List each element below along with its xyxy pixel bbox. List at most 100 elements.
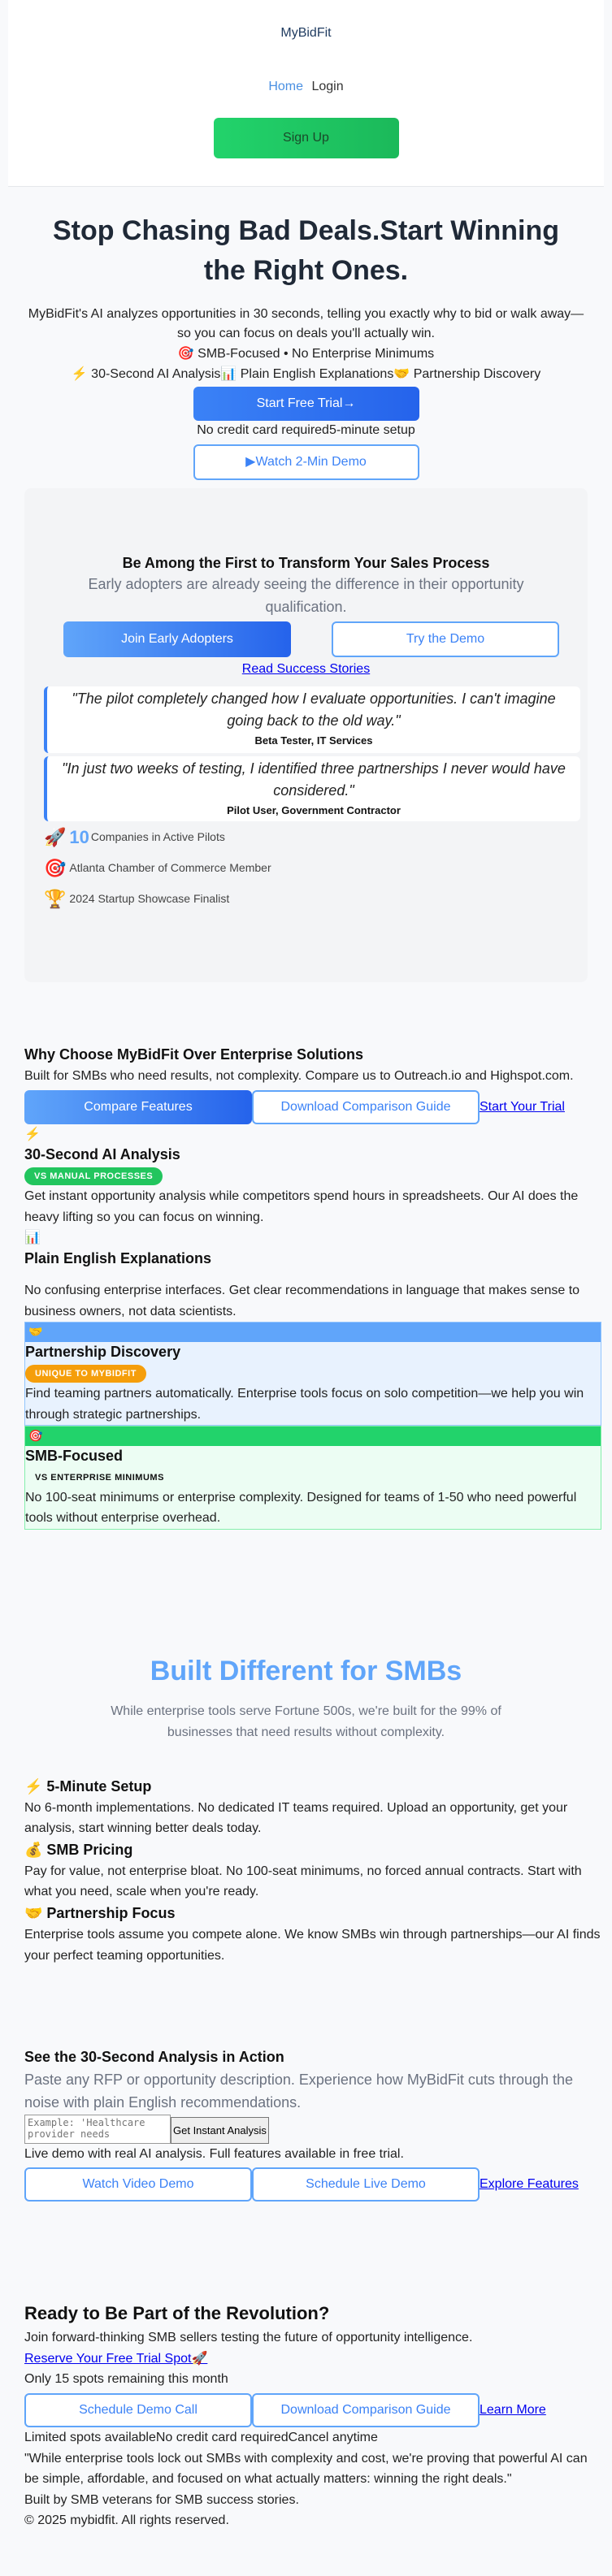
trophy-icon: 🏆 bbox=[44, 888, 67, 909]
copyright: © 2025 mybidfit. All rights reserved. bbox=[24, 2513, 229, 2528]
hero-subtitle: MyBidFit's AI analyzes opportunities in … bbox=[28, 306, 584, 341]
feature-plain-english: 📊 Plain English Explanations No confusin… bbox=[24, 1227, 601, 1322]
badge-chamber: 🎯 Atlanta Chamber of Commerce Member bbox=[44, 854, 271, 882]
download-guide-button[interactable]: Download Comparison Guide bbox=[252, 1089, 480, 1124]
revolution-title: Ready to Be Part of the Revolution? bbox=[24, 2303, 330, 2323]
hero-tagline: 🎯 SMB-Focused • No Enterprise Minimums bbox=[177, 347, 435, 362]
target-icon: 🎯 bbox=[25, 1427, 601, 1447]
site-header: MyBidFit Home Login Sign Up bbox=[8, 0, 604, 187]
hero-section: Stop Chasing Bad Deals.Start Winning the… bbox=[0, 187, 612, 480]
demo-lead: Paste any RFP or opportunity description… bbox=[24, 2071, 574, 2111]
feature-ai-analysis-text: Get instant opportunity analysis while c… bbox=[24, 1188, 579, 1224]
schedule-demo-call-button[interactable]: Schedule Demo Call bbox=[24, 2392, 252, 2427]
badge-chamber-label: Atlanta Chamber of Commerce Member bbox=[69, 860, 271, 874]
feature-ai-analysis: ⚡ 30-Second AI Analysis VS MANUAL PROCES… bbox=[24, 1124, 601, 1228]
partnership-text: Enterprise tools assume you compete alon… bbox=[24, 1927, 601, 1963]
closing-quote: "While enterprise tools lock out SMBs wi… bbox=[24, 2451, 588, 2487]
revolution-buttons: Schedule Demo Call Download Comparison G… bbox=[24, 2392, 601, 2427]
badge-pilots-label: Companies in Active Pilots bbox=[90, 829, 225, 843]
testimonial-1-author: Beta Tester, IT Services bbox=[254, 734, 373, 747]
demo-title: See the 30-Second Analysis in Action bbox=[24, 2049, 284, 2065]
limited-note: Limited spots availableNo credit card re… bbox=[24, 2430, 378, 2444]
badge-showcase: 🏆 2024 Startup Showcase Finalist bbox=[44, 885, 229, 913]
early-adopters-card: Be Among the First to Transform Your Sal… bbox=[24, 487, 588, 982]
demo-note: Live demo with real AI analysis. Full fe… bbox=[24, 2146, 404, 2161]
testimonial-1-text: "The pilot completely changed how I eval… bbox=[72, 690, 556, 730]
signup-button[interactable]: Sign Up bbox=[213, 118, 399, 159]
join-early-adopters-button[interactable]: Join Early Adopters bbox=[63, 621, 291, 657]
target-icon: 🎯 bbox=[44, 857, 67, 878]
partnership-title: 🤝 Partnership Focus bbox=[24, 1904, 176, 1921]
setup-text: No 6-month implementations. No dedicated… bbox=[24, 1800, 568, 1836]
early-adopters-lead: Early adopters are already seeing the di… bbox=[88, 575, 524, 616]
compare-features-button[interactable]: Compare Features bbox=[24, 1089, 252, 1124]
rfp-input[interactable] bbox=[24, 2114, 171, 2144]
built-different-section: Built Different for SMBs While enterpris… bbox=[0, 1649, 612, 1966]
get-analysis-button[interactable]: Get Instant Analysis bbox=[171, 2116, 269, 2144]
why-title: Why Choose MyBidFit Over Enterprise Solu… bbox=[24, 1046, 364, 1063]
logo[interactable]: MyBidFit bbox=[8, 0, 604, 44]
pilot-count: 10 bbox=[69, 826, 89, 847]
learn-more-link[interactable]: Learn More bbox=[480, 2400, 546, 2421]
feature-partnership-pill: UNIQUE TO MYBIDFIT bbox=[25, 1365, 146, 1383]
testimonial-2: "In just two weeks of testing, I identif… bbox=[44, 755, 580, 821]
hero-features-line: ⚡ 30-Second AI Analysis📊 Plain English E… bbox=[71, 366, 541, 381]
built-subtitle: While enterprise tools serve Fortune 500… bbox=[111, 1704, 501, 1739]
hero-note: No credit card required5-minute setup bbox=[197, 422, 415, 437]
explore-features-link[interactable]: Explore Features bbox=[480, 2174, 579, 2195]
nav-login-link[interactable]: Login bbox=[311, 80, 343, 93]
feature-partnership-text: Find teaming partners automatically. Ent… bbox=[25, 1386, 584, 1422]
feature-smb: 🎯 SMB-Focused VS ENTERPRISE MINIMUMS No … bbox=[24, 1426, 601, 1530]
chart-icon: 📊 bbox=[24, 1231, 41, 1245]
why-buttons: Compare Features Download Comparison Gui… bbox=[24, 1089, 601, 1124]
main-nav: Home Login bbox=[8, 44, 604, 97]
watch-demo-button[interactable]: ▶Watch 2-Min Demo bbox=[193, 444, 419, 480]
demo-form: Get Instant Analysis bbox=[24, 2114, 601, 2144]
start-free-trial-button[interactable]: Start Free Trial→ bbox=[193, 386, 419, 421]
feature-partnership-title: Partnership Discovery bbox=[25, 1344, 181, 1361]
demo-buttons: Watch Video Demo Schedule Live Demo Expl… bbox=[24, 2167, 601, 2202]
testimonial-2-author: Pilot User, Government Contractor bbox=[227, 804, 401, 817]
feature-plain-english-text: No confusing enterprise interfaces. Get … bbox=[24, 1283, 580, 1318]
read-success-stories-link[interactable]: Read Success Stories bbox=[242, 662, 370, 676]
try-demo-button[interactable]: Try the Demo bbox=[332, 621, 559, 657]
schedule-live-demo-button[interactable]: Schedule Live Demo bbox=[252, 2167, 480, 2202]
feature-plain-english-title: Plain English Explanations bbox=[24, 1249, 212, 1266]
early-adopters-title: Be Among the First to Transform Your Sal… bbox=[122, 554, 490, 571]
hero-title: Stop Chasing Bad Deals.Start Winning the… bbox=[52, 215, 560, 287]
reserve-wrap: Reserve Your Free Trial Spot🚀 bbox=[24, 2349, 601, 2370]
handshake-icon: 🤝 bbox=[25, 1323, 601, 1343]
feature-smb-text: No 100-seat minimums or enterprise compl… bbox=[25, 1490, 577, 1526]
built-items: ⚡ 5-Minute Setup No 6-month implementati… bbox=[24, 1776, 601, 1967]
feature-partnership: 🤝 Partnership Discovery UNIQUE TO MYBIDF… bbox=[24, 1322, 601, 1427]
feature-smb-pill: VS ENTERPRISE MINIMUMS bbox=[35, 1473, 164, 1483]
built-title: Built Different for SMBs bbox=[150, 1656, 462, 1686]
download-guide-button-2[interactable]: Download Comparison Guide bbox=[252, 2392, 480, 2427]
testimonial-1: "The pilot completely changed how I eval… bbox=[44, 686, 580, 753]
feature-ai-analysis-title: 30-Second AI Analysis bbox=[24, 1146, 180, 1163]
feature-ai-analysis-pill: VS MANUAL PROCESSES bbox=[24, 1167, 163, 1186]
start-your-trial-link[interactable]: Start Your Trial bbox=[480, 1097, 565, 1118]
revolution-lead: Join forward-thinking SMB sellers testin… bbox=[24, 2331, 473, 2345]
setup-title: ⚡ 5-Minute Setup bbox=[24, 1777, 152, 1795]
feature-smb-title: SMB-Focused bbox=[25, 1448, 124, 1465]
demo-section: See the 30-Second Analysis in Action Pas… bbox=[24, 2046, 601, 2202]
page: MyBidFit Home Login Sign Up Stop Chasing… bbox=[0, 0, 612, 2576]
badge-showcase-label: 2024 Startup Showcase Finalist bbox=[69, 891, 230, 905]
read-success-stories-wrap: Read Success Stories bbox=[24, 659, 588, 680]
pricing-title: 💰 SMB Pricing bbox=[24, 1841, 133, 1858]
badge-pilots: 🚀 10 Companies in Active Pilots bbox=[44, 823, 225, 851]
watch-video-button[interactable]: Watch Video Demo bbox=[24, 2167, 252, 2202]
built-by: Built by SMB veterans for SMB success st… bbox=[24, 2492, 299, 2507]
rocket-icon: 🚀 bbox=[44, 826, 67, 847]
pricing-text: Pay for value, not enterprise bloat. No … bbox=[24, 1864, 582, 1899]
lightning-icon: ⚡ bbox=[24, 1127, 41, 1141]
spots-remaining: Only 15 spots remaining this month bbox=[24, 2372, 228, 2387]
nav-home-link[interactable]: Home bbox=[268, 80, 303, 93]
reserve-trial-link[interactable]: Reserve Your Free Trial Spot🚀 bbox=[24, 2352, 207, 2366]
revolution-section: Ready to Be Part of the Revolution? Join… bbox=[24, 2299, 601, 2531]
testimonial-2-text: "In just two weeks of testing, I identif… bbox=[62, 760, 566, 799]
why-lead: Built for SMBs who need results, not com… bbox=[24, 1069, 574, 1083]
why-section: Why Choose MyBidFit Over Enterprise Solu… bbox=[24, 1044, 601, 1530]
